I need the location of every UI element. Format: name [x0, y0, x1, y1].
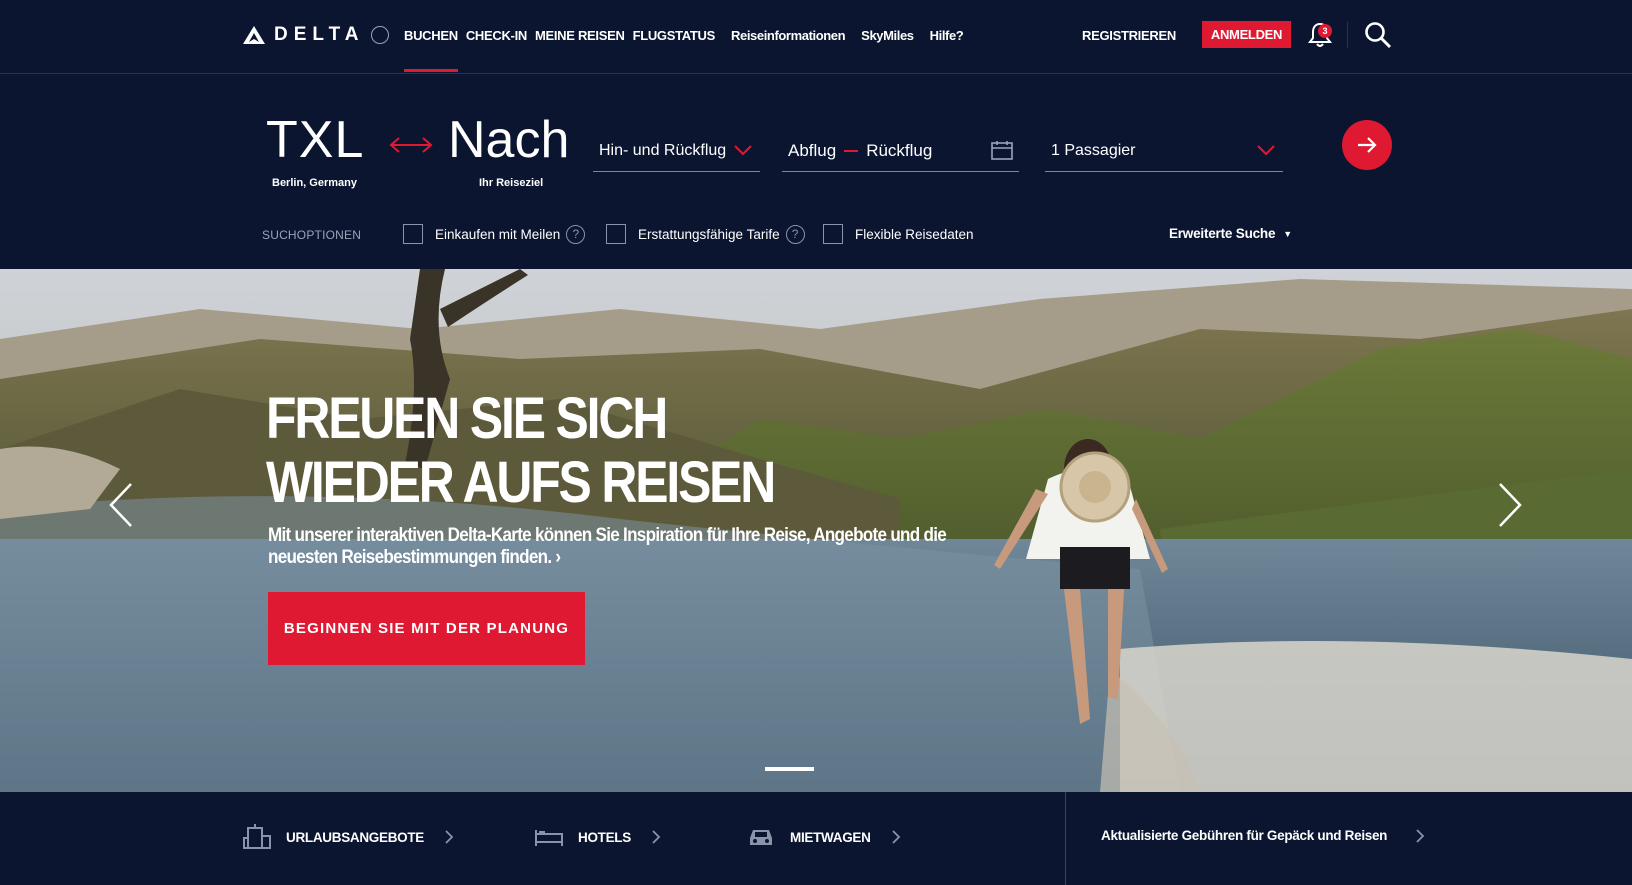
flexible-dates-label: Flexible Reisedaten — [855, 226, 974, 242]
refundable-fares-label: Erstattungsfähige Tarife — [638, 226, 780, 242]
vacation-deals-link[interactable]: URLAUBSANGEBOTE — [242, 824, 454, 850]
login-button[interactable]: ANMELDEN — [1202, 21, 1291, 48]
bottom-links: URLAUBSANGEBOTE HOTELS MIETWAGEN Aktuali… — [0, 792, 1632, 885]
hotels-link[interactable]: HOTELS — [534, 824, 661, 850]
divider — [1065, 792, 1066, 885]
advanced-search-label: Erweiterte Suche — [1168, 226, 1276, 241]
shop-with-miles-checkbox[interactable]: Einkaufen mit Meilen ? — [403, 224, 586, 244]
divider — [1347, 22, 1348, 48]
start-planning-button[interactable]: BEGINNEN SIE MIT DER PLANUNG — [268, 592, 585, 665]
nav-checkin[interactable]: CHECK-IN — [466, 28, 527, 43]
delta-logo-icon — [243, 26, 265, 44]
hero-headline-line1: FREUEN SIE SICH — [266, 386, 668, 451]
checkbox-box[interactable] — [403, 224, 423, 244]
origin-code[interactable]: TXL — [266, 110, 364, 170]
trip-type-value: Hin- und Rückflug — [599, 141, 727, 159]
hotels-label: HOTELS — [578, 829, 631, 845]
chevron-right-icon — [891, 830, 900, 844]
register-link[interactable]: REGISTRIEREN — [1082, 28, 1176, 43]
chevron-right-icon — [1416, 828, 1425, 843]
return-label: Rückflug — [866, 140, 933, 160]
logo-seal-icon — [370, 26, 389, 44]
main-nav: BUCHEN CHECK-IN MEINE REISEN FLUGSTATUS … — [404, 28, 979, 72]
date-dash — [844, 149, 859, 152]
advanced-search-link[interactable]: Erweiterte Suche ▼ — [1169, 226, 1292, 241]
depart-label: Abflug — [788, 140, 837, 160]
arrow-left-icon[interactable] — [108, 482, 134, 528]
chevron-down-icon — [1257, 145, 1275, 156]
search-options-label: SUCHOPTIONEN — [262, 228, 362, 242]
bed-icon — [535, 830, 563, 846]
nav-my-trips[interactable]: MEINE REISEN — [535, 28, 625, 43]
top-navigation: DELTA BUCHEN CHECK-IN MEINE REISEN FLUGS… — [0, 0, 1632, 74]
origin-city: Berlin, Germany — [272, 177, 357, 189]
calendar-icon — [991, 141, 1013, 160]
date-picker[interactable]: Abflug Rückflug — [782, 130, 1019, 172]
hero-subtext-link[interactable]: Mit unserer interaktiven Delta-Karte kön… — [268, 525, 952, 569]
hero-headline: FREUEN SIE SICH WIEDER AUFS REISEN — [266, 387, 868, 515]
delta-logo[interactable]: DELTA — [242, 22, 389, 48]
swap-arrows-icon[interactable] — [388, 134, 434, 156]
arrow-right-icon — [1358, 137, 1377, 153]
search-icon[interactable] — [1364, 21, 1392, 49]
notification-badge: 3 — [1318, 24, 1332, 38]
checkbox-box[interactable] — [823, 224, 843, 244]
chevron-right-icon — [652, 830, 661, 844]
fees-notice-label: Aktualisierte Gebühren für Gepäck und Re… — [1101, 828, 1388, 843]
vacation-deals-label: URLAUBSANGEBOTE — [286, 829, 425, 845]
checkbox-box[interactable] — [606, 224, 626, 244]
chevron-right-icon — [445, 830, 454, 844]
caret-down-icon: ▼ — [1283, 228, 1292, 239]
building-icon — [243, 824, 271, 849]
nav-travel-info[interactable]: Reiseinformationen — [731, 28, 846, 43]
booking-panel: TXL Berlin, Germany Nach Ihr Reiseziel H… — [0, 74, 1632, 269]
destination-hint: Ihr Reiseziel — [479, 177, 544, 189]
hero-banner: FREUEN SIE SICH WIEDER AUFS REISEN Mit u… — [0, 269, 1632, 792]
car-icon — [750, 830, 772, 845]
nav-book[interactable]: BUCHEN — [404, 28, 458, 72]
help-icon[interactable]: ? — [566, 224, 586, 244]
search-flights-button[interactable] — [1342, 120, 1392, 170]
rental-cars-link[interactable]: MIETWAGEN — [746, 824, 901, 850]
shop-with-miles-label: Einkaufen mit Meilen — [435, 226, 561, 242]
flexible-dates-checkbox[interactable]: Flexible Reisedaten — [823, 224, 974, 244]
nav-flight-status[interactable]: FLUGSTATUS — [633, 28, 716, 43]
hero-headline-line2: WIEDER AUFS REISEN — [266, 450, 776, 515]
passenger-value: 1 Passagier — [1051, 141, 1136, 159]
passenger-select[interactable]: 1 Passagier — [1045, 130, 1283, 172]
nav-skymiles[interactable]: SkyMiles — [861, 28, 914, 43]
nav-help[interactable]: Hilfe? — [930, 28, 964, 43]
help-icon[interactable]: ? — [785, 224, 805, 244]
refundable-fares-checkbox[interactable]: Erstattungsfähige Tarife ? — [606, 224, 805, 244]
rental-cars-label: MIETWAGEN — [790, 829, 871, 845]
arrow-right-icon[interactable] — [1497, 482, 1523, 528]
fees-notice-link[interactable]: Aktualisierte Gebühren für Gepäck und Re… — [1101, 828, 1425, 843]
trip-type-select[interactable]: Hin- und Rückflug — [593, 130, 760, 172]
destination-input[interactable]: Nach — [448, 110, 569, 170]
search-options: SUCHOPTIONEN Einkaufen mit Meilen ? Erst… — [262, 224, 1292, 248]
carousel-indicator[interactable] — [765, 767, 814, 771]
chevron-down-icon — [734, 145, 752, 156]
logo-text: DELTA — [274, 24, 365, 45]
